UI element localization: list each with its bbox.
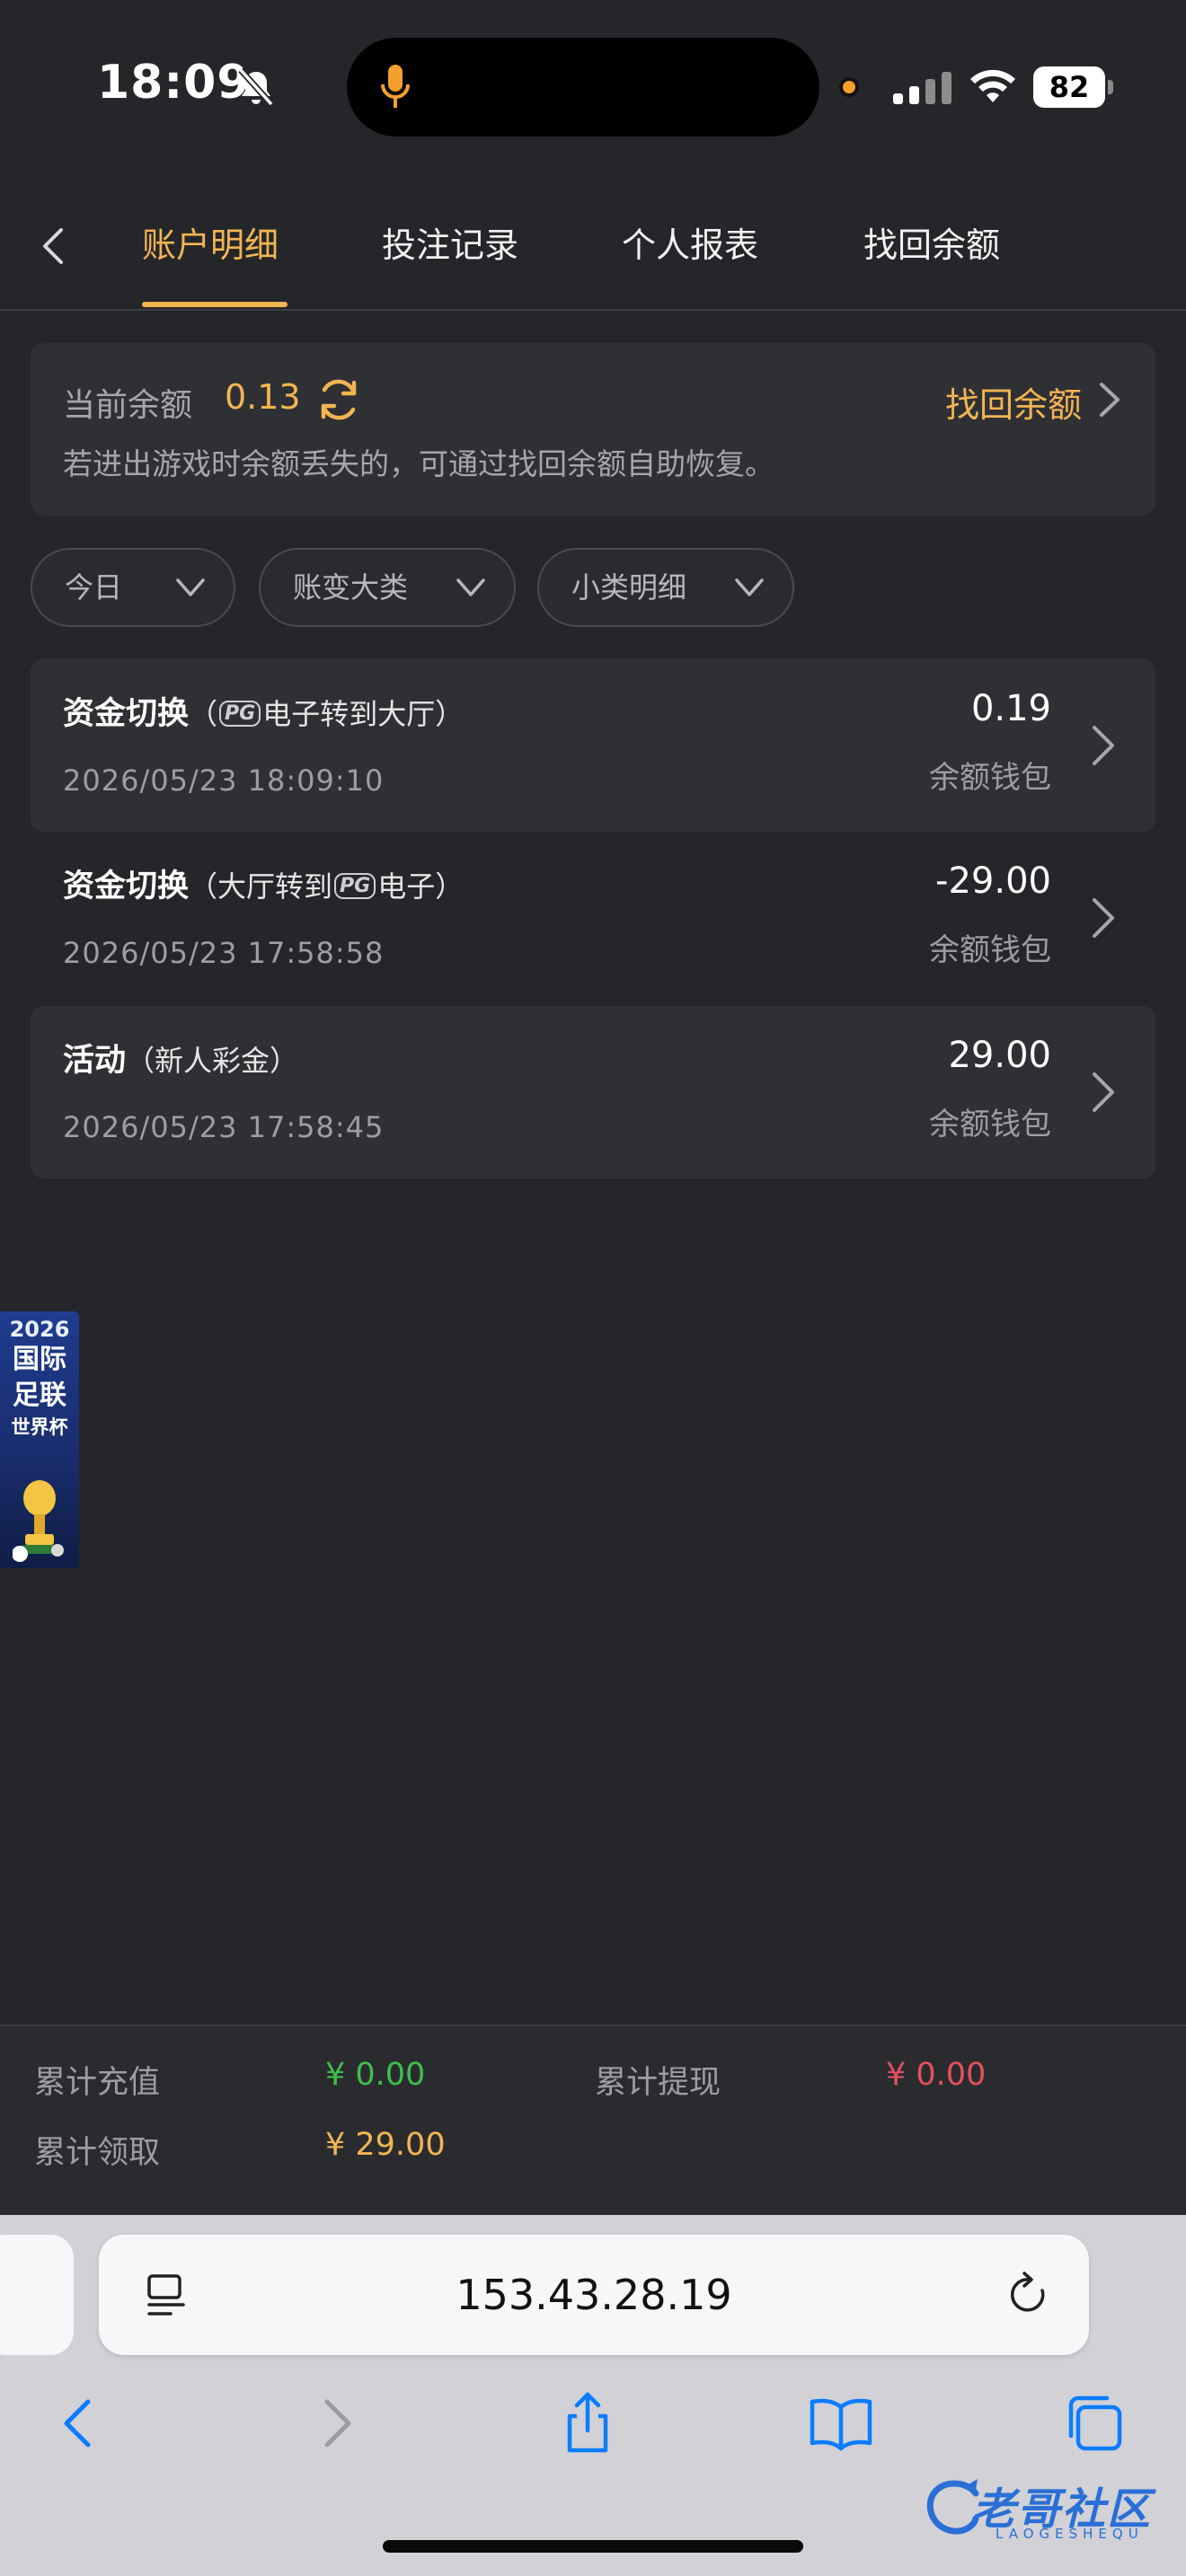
recover-balance-link[interactable]: 找回余额 <box>945 377 1082 427</box>
battery-level: 82 <box>1049 70 1090 104</box>
record-item[interactable]: 活动（新人彩金） 2026/05/23 17:58:45 29.00 余额钱包 <box>31 1006 1155 1178</box>
active-tab-indicator <box>142 302 288 307</box>
address-bar[interactable]: 153.43.28.19 <box>99 2235 1089 2355</box>
battery-icon: 82 <box>1033 66 1114 108</box>
total-withdraw-label: 累计提现 <box>595 2065 721 2101</box>
total-claim-value: ¥ 29.00 <box>325 2127 446 2163</box>
status-time: 18:09 <box>97 56 251 110</box>
pg-logo: PG <box>219 701 261 727</box>
home-indicator <box>383 2540 803 2553</box>
record-amount: 29.00 <box>948 1035 1051 1076</box>
balance-label: 当前余额 <box>63 387 193 424</box>
watermark-subtext: LAOGESHEQU <box>996 2526 1144 2542</box>
wifi-icon <box>970 69 1015 102</box>
bell-slash-icon <box>238 67 274 107</box>
filter-category-label: 账变大类 <box>293 570 409 604</box>
record-wallet: 余额钱包 <box>929 1107 1051 1142</box>
chevron-down-icon <box>456 578 485 596</box>
tab-bet-records[interactable]: 投注记录 <box>382 214 518 277</box>
record-subtitle: （大厅转到 PG 电子） <box>189 869 465 904</box>
world-cup-promo-banner[interactable]: 2026 国际 足联 世界杯 <box>0 1311 79 1568</box>
banner-line1: 国际 <box>13 1344 66 1375</box>
record-wallet: 余额钱包 <box>929 932 1051 968</box>
watermark-logo: 老哥社区 LAOGESHEQU <box>922 2466 1182 2549</box>
balance-card: 当前余额 0.13 找回余额 若进出游戏时余额丢失的，可通过找回余额自助恢复。 <box>31 343 1155 516</box>
pg-logo: PG <box>334 873 376 899</box>
record-title: 活动（新人彩金） <box>63 1043 299 1079</box>
microphone-icon <box>381 65 410 108</box>
tab-bar: 账户明细 投注记录 个人报表 找回余额 <box>0 189 1186 311</box>
record-amount: -29.00 <box>935 860 1051 902</box>
bookmarks-icon[interactable] <box>807 2389 875 2457</box>
signal-icon <box>893 72 951 104</box>
chevron-down-icon <box>735 578 764 596</box>
dynamic-island <box>347 38 819 137</box>
trophy-icon <box>13 1480 64 1562</box>
record-item[interactable]: 资金切换（ PG 电子转到大厅） 2026/05/23 18:09:10 0.19 … <box>31 659 1155 832</box>
browser-forward-icon[interactable] <box>302 2389 370 2457</box>
tabs-icon[interactable] <box>1060 2389 1128 2457</box>
record-wallet: 余额钱包 <box>929 760 1051 796</box>
total-withdraw-value: ¥ 0.00 <box>886 2057 987 2093</box>
banner-line3: 世界杯 <box>11 1416 68 1438</box>
recording-indicator <box>839 77 859 97</box>
status-bar: 18:09 82 <box>0 0 1186 171</box>
total-recharge-label: 累计充值 <box>34 2065 161 2101</box>
reload-icon[interactable] <box>1006 2271 1053 2319</box>
record-title: 资金切换（大厅转到 PG 电子） <box>63 869 465 904</box>
record-date: 2026/05/23 18:09:10 <box>63 763 385 798</box>
filter-date[interactable]: 今日 <box>31 548 235 627</box>
chevron-down-icon <box>176 578 205 596</box>
share-icon[interactable] <box>553 2389 622 2457</box>
browser-toolbar: 153.43.28.19 老哥社区 LAOGESHEQU <box>0 2215 1186 2576</box>
tab-account-details[interactable]: 账户明细 <box>142 214 279 277</box>
record-subtitle: （新人彩金） <box>126 1044 299 1078</box>
record-amount: 0.19 <box>970 688 1051 729</box>
browser-back-icon[interactable] <box>45 2389 113 2457</box>
refresh-icon[interactable] <box>314 375 363 424</box>
record-item[interactable]: 资金切换（大厅转到 PG 电子） 2026/05/23 17:58:58 -29.0… <box>31 832 1155 1004</box>
filter-date-label: 今日 <box>65 570 123 604</box>
total-recharge-value: ¥ 0.00 <box>325 2057 426 2093</box>
filter-category[interactable]: 账变大类 <box>259 548 516 627</box>
chevron-right-icon <box>1093 1072 1114 1112</box>
totals-panel: 累计充值 ¥ 0.00 累计提现 ¥ 0.00 累计领取 ¥ 29.00 <box>0 2025 1186 2215</box>
record-date: 2026/05/23 17:58:58 <box>63 936 385 970</box>
chevron-right-icon <box>1093 898 1114 938</box>
chevron-right-icon <box>1093 726 1114 765</box>
tab-personal-report[interactable]: 个人报表 <box>622 214 758 277</box>
tab-recover-balance[interactable]: 找回余额 <box>863 214 1000 277</box>
balance-note: 若进出游戏时余额丢失的，可通过找回余额自助恢复。 <box>63 446 774 481</box>
url-text: 153.43.28.19 <box>456 2271 732 2319</box>
balance-value: 0.13 <box>225 377 301 417</box>
record-date: 2026/05/23 17:58:45 <box>63 1110 385 1144</box>
banner-year: 2026 <box>9 1317 70 1342</box>
filter-subcategory-label: 小类明细 <box>571 570 687 604</box>
filter-subcategory[interactable]: 小类明细 <box>537 548 794 627</box>
record-subtitle: （PG 电子转到大厅） <box>189 697 465 731</box>
back-chevron-icon[interactable] <box>27 219 81 273</box>
chevron-right-icon[interactable] <box>1093 379 1125 420</box>
total-claim-label: 累计领取 <box>34 2135 161 2171</box>
record-title: 资金切换（ PG 电子转到大厅） <box>63 696 465 732</box>
banner-line2: 足联 <box>13 1380 66 1411</box>
previous-tab-preview[interactable] <box>0 2235 74 2355</box>
